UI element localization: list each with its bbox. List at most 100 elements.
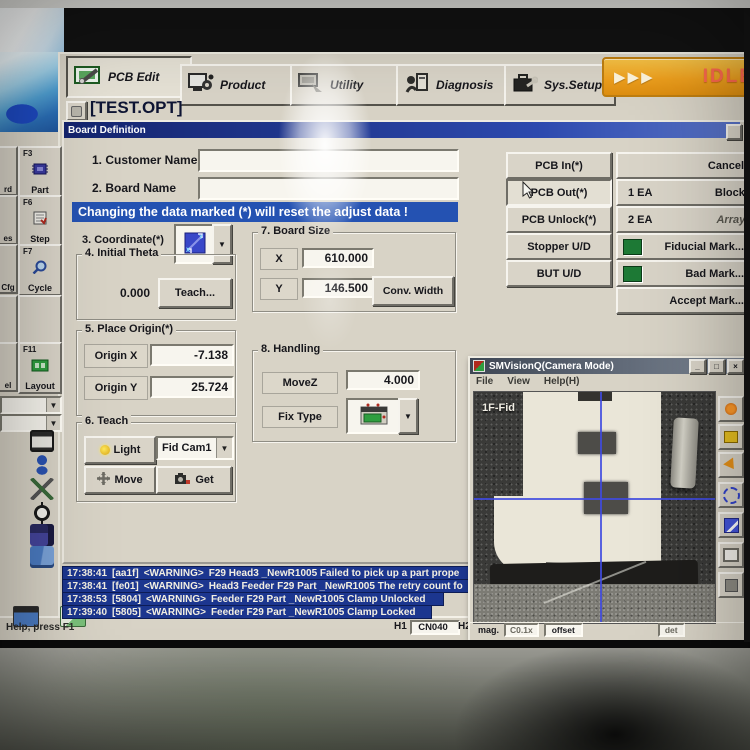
manual-book-icon[interactable] xyxy=(30,546,54,568)
cam-light-adjust-button[interactable] xyxy=(718,396,744,422)
sidebar-item-step[interactable]: F6 Step xyxy=(18,195,62,247)
crosshair-vertical xyxy=(600,392,602,623)
sidebar-cut-button[interactable]: el xyxy=(0,342,18,392)
place-origin-group: 5. Place Origin(*) xyxy=(76,330,236,416)
monitor-bezel-right xyxy=(744,8,750,642)
panel-title: Board Definition xyxy=(64,125,146,136)
sidebar-combo-1[interactable]: ▼ xyxy=(0,396,62,414)
screen: PCB Edit Product Utility Diagnosis Sys.S… xyxy=(0,8,744,640)
accept-mark-button[interactable]: Accept Mark... xyxy=(616,287,744,314)
handling-label: 8. Handling xyxy=(258,343,323,355)
tab-label: Diagnosis xyxy=(436,78,493,92)
machine-state-indicator[interactable]: ▶▶▶ IDLE xyxy=(602,57,744,97)
sidebar-cut-button[interactable]: Cfg xyxy=(0,244,18,294)
operator-tool-icon[interactable] xyxy=(30,454,54,476)
close-icon[interactable]: × xyxy=(727,359,744,374)
pcb-in-button[interactable]: PCB In(*) xyxy=(506,152,612,179)
sidebar-item-blank[interactable] xyxy=(18,295,62,347)
timer-tool-icon[interactable] xyxy=(30,502,54,524)
camera-select-arrow-icon[interactable]: ▼ xyxy=(216,438,232,458)
cam-edit-tool-button[interactable] xyxy=(718,512,744,538)
page-title: [TEST.OPT] xyxy=(90,98,183,118)
tab-product[interactable]: Product xyxy=(180,64,302,106)
camera-tool-icon[interactable] xyxy=(30,524,54,546)
fkey-label: F7 xyxy=(23,247,32,256)
tab-sys-setup[interactable]: Sys.Setup xyxy=(504,64,616,106)
block-count: 1 EA xyxy=(628,187,652,199)
sidebar-cut-button[interactable]: rd xyxy=(0,146,18,196)
tab-pcb-edit[interactable]: PCB Edit xyxy=(66,56,192,98)
tab-label: PCB Edit xyxy=(108,70,159,84)
origin-x-value[interactable]: -7.138 xyxy=(150,344,234,366)
tab-label: Utility xyxy=(330,78,363,92)
cam-window-tool-button[interactable] xyxy=(718,542,744,568)
light-adjust-icon xyxy=(725,403,737,415)
move-crosshair-icon xyxy=(97,472,110,488)
menu-view[interactable]: View xyxy=(507,376,530,387)
fiducial-mark-button[interactable]: Fiducial Mark... xyxy=(616,233,744,260)
cancel-button[interactable]: Cancel xyxy=(616,152,744,179)
monitor-tool-icon[interactable] xyxy=(30,430,54,452)
move-button[interactable]: Move xyxy=(84,466,156,494)
sidebar-item-part[interactable]: F3 Part xyxy=(18,146,62,198)
fiducial-top-tab xyxy=(578,392,612,401)
log-code: [fe01] xyxy=(112,581,139,592)
size-x-value[interactable]: 610.000 xyxy=(302,248,374,268)
conv-width-button[interactable]: Conv. Width xyxy=(372,276,454,306)
origin-y-value[interactable]: 25.724 xyxy=(150,376,234,398)
window-tool-icon xyxy=(723,548,739,562)
log-level: <WARNING> xyxy=(144,568,204,579)
cam-settings-button[interactable] xyxy=(718,424,744,450)
light-icon xyxy=(100,445,110,455)
theta-teach-button[interactable]: Teach... xyxy=(158,278,232,308)
maximize-icon[interactable]: □ xyxy=(708,359,725,374)
tab-diagnosis[interactable]: Diagnosis xyxy=(396,64,518,106)
tab-utility[interactable]: Utility xyxy=(290,64,410,106)
run-arrows-icon: ▶▶▶ xyxy=(614,68,655,86)
camera-title-bar[interactable]: SMVisionQ(Camera Mode) _ □ × xyxy=(470,358,744,374)
block-button[interactable]: 1 EA Block... xyxy=(616,179,744,206)
sidebar-cut-button[interactable] xyxy=(0,295,18,345)
light-button-label: Light xyxy=(114,444,141,456)
fix-type-select[interactable] xyxy=(346,398,402,434)
customer-name-input[interactable] xyxy=(198,149,459,172)
move-button-label: Move xyxy=(114,474,142,486)
menu-help[interactable]: Help(H) xyxy=(544,376,580,387)
tab-label: Product xyxy=(220,78,265,92)
desktop-corner xyxy=(0,8,64,54)
but-ud-button[interactable]: BUT U/D xyxy=(506,260,612,287)
get-button[interactable]: Get xyxy=(156,466,232,494)
log-message: Head3 Feeder F29 Part _NewR1005 The retr… xyxy=(209,581,463,592)
movez-value[interactable]: 4.000 xyxy=(346,370,420,390)
light-button[interactable]: Light xyxy=(84,436,156,464)
customer-name-label: 1. Customer Name xyxy=(92,153,197,167)
mag-label: mag. xyxy=(478,625,499,635)
sidebar-item-layout[interactable]: F11 Layout xyxy=(18,342,62,394)
circle-select-icon xyxy=(723,487,740,504)
array-button[interactable]: 2 EA Array... xyxy=(616,206,744,233)
cam-circle-select-button[interactable] xyxy=(718,482,744,508)
tools-icon[interactable] xyxy=(30,478,54,500)
head1-value: CN040 xyxy=(410,620,460,635)
bad-mark-button[interactable]: Bad Mark... xyxy=(616,260,744,287)
combo-arrow-icon[interactable]: ▼ xyxy=(46,398,60,412)
document-icon xyxy=(66,101,87,121)
board-size-label: 7. Board Size xyxy=(258,225,333,237)
vision-camera-window: SMVisionQ(Camera Mode) _ □ × File View H… xyxy=(468,356,744,640)
size-y-value[interactable]: 146.500 xyxy=(302,278,374,298)
cam-pointer-tool-button[interactable] xyxy=(718,452,744,478)
menu-file[interactable]: File xyxy=(476,376,493,387)
stopper-ud-button[interactable]: Stopper U/D xyxy=(506,233,612,260)
sidebar-cut-button[interactable]: es xyxy=(0,195,18,245)
combo-arrow-icon[interactable]: ▼ xyxy=(46,416,60,430)
board-name-input[interactable] xyxy=(198,177,459,200)
panel-header-button[interactable] xyxy=(726,124,742,140)
size-x-label: X xyxy=(260,248,298,270)
sidebar-item-cycle[interactable]: F7 Cycle xyxy=(18,244,62,296)
camera-app-icon xyxy=(473,360,485,372)
pcb-unlock-button[interactable]: PCB Unlock(*) xyxy=(506,206,612,233)
cam-stop-tool-button[interactable] xyxy=(718,572,744,598)
fix-type-dropdown-button[interactable]: ▼ xyxy=(398,398,418,434)
minimize-icon[interactable]: _ xyxy=(689,359,706,374)
teach-camera-select[interactable]: Fid Cam1 ▼ xyxy=(156,436,234,460)
